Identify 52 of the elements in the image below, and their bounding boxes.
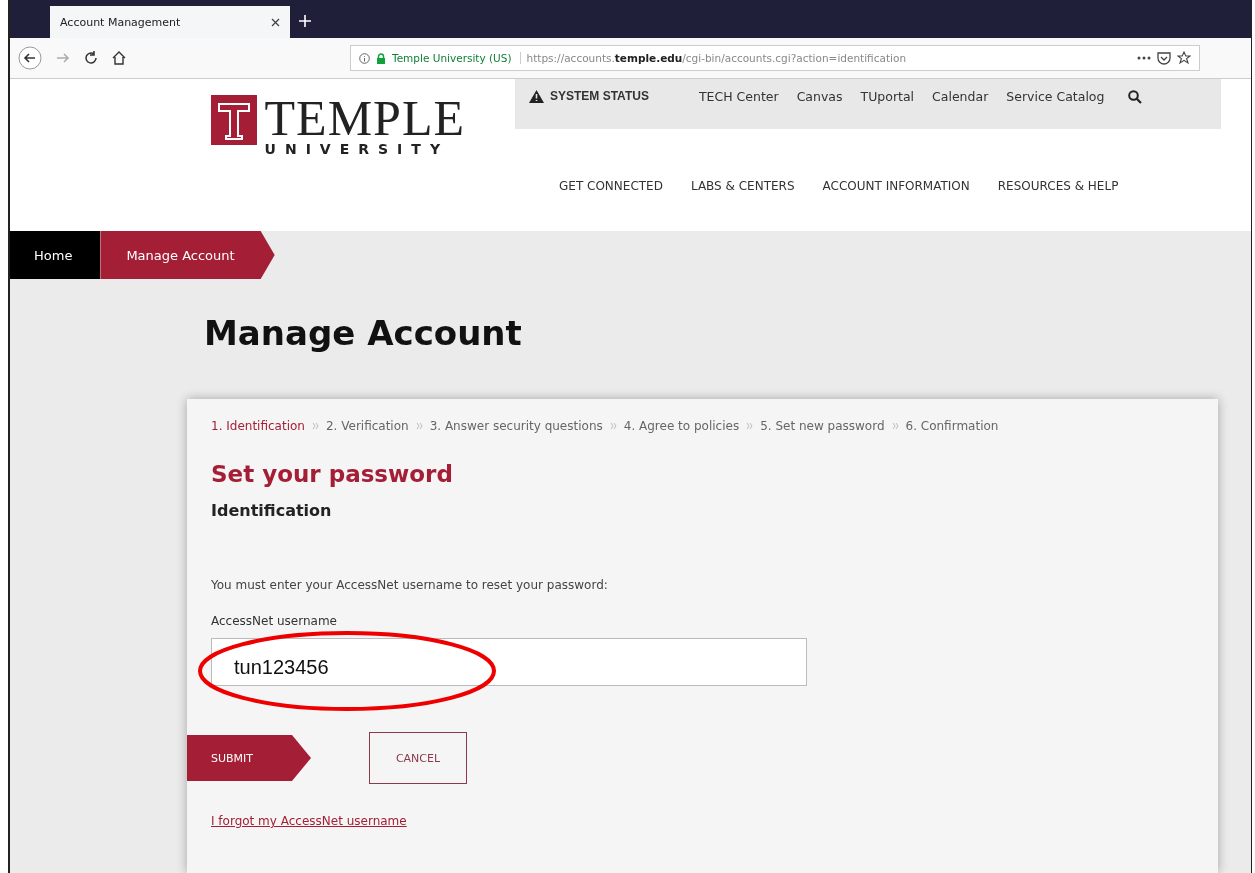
instruction-text: You must enter your AccessNet username to reset your password:: [211, 578, 609, 592]
step-separator-icon: [609, 422, 617, 430]
info-icon[interactable]: [359, 52, 370, 64]
step-separator-icon: [746, 422, 754, 430]
username-field[interactable]: tun123456: [211, 638, 807, 686]
address-bar[interactable]: Temple University (US) https://accounts.temple.edu/cgi-bin/accounts.cgi?action=identification: [350, 45, 1200, 71]
lock-icon: [376, 52, 386, 64]
step-link[interactable]: 3. Answer security questions: [429, 419, 603, 433]
nav-link[interactable]: LABS & CENTERS: [690, 179, 795, 193]
submit-button[interactable]: SUBMIT: [187, 735, 311, 781]
step-link[interactable]: 6. Confirmation: [905, 419, 999, 433]
cancel-button[interactable]: CANCEL: [369, 732, 467, 784]
logo-icon: [210, 95, 257, 145]
logo-subtitle: UNIVERSITY: [264, 141, 450, 157]
step-link[interactable]: 4. Agree to policies: [623, 419, 740, 433]
close-icon[interactable]: [271, 17, 280, 27]
nav-link[interactable]: GET CONNECTED: [559, 179, 663, 193]
pocket-icon[interactable]: [1157, 51, 1171, 65]
utility-link[interactable]: Calendar: [924, 79, 997, 104]
step-separator-icon: [415, 422, 423, 430]
form-subtitle: Identification: [211, 501, 333, 520]
step-separator-icon: [891, 422, 899, 430]
form-title: Set your password: [211, 461, 454, 487]
search-icon[interactable]: [1128, 90, 1143, 104]
step-link[interactable]: 5. Set new password: [760, 419, 885, 433]
breadcrumb-item[interactable]: Home: [10, 231, 101, 279]
nav-link[interactable]: RESOURCES & HELP: [997, 179, 1119, 193]
step-link[interactable]: 2. Verification: [325, 419, 409, 433]
home-icon[interactable]: [112, 51, 126, 65]
page-title: Manage Account: [204, 313, 523, 353]
new-tab-icon[interactable]: [298, 14, 312, 28]
utility-link[interactable]: TECH Center: [690, 79, 787, 104]
utility-link[interactable]: Service Catalog: [998, 79, 1113, 104]
nav-link[interactable]: ACCOUNT INFORMATION: [822, 179, 970, 193]
back-icon[interactable]: [18, 46, 42, 70]
site-identity: Temple University (US): [392, 52, 521, 64]
warning-icon: [529, 89, 544, 103]
utility-link[interactable]: TUportal: [852, 79, 923, 104]
field-label: AccessNet username: [211, 614, 337, 628]
utility-link[interactable]: Canvas: [788, 79, 851, 104]
browser-tab[interactable]: Account Management: [50, 6, 290, 38]
system-status-link[interactable]: SYSTEM STATUS: [515, 79, 689, 103]
forgot-username-link[interactable]: I forgot my AccessNet username: [211, 814, 407, 828]
more-icon[interactable]: [1137, 56, 1151, 60]
logo-name: TEMPLE: [264, 95, 465, 141]
url-text: https://accounts.temple.edu/cgi-bin/accounts.cgi?action=identification: [526, 52, 908, 64]
reload-icon[interactable]: [84, 51, 98, 65]
step-link[interactable]: 1. Identification: [211, 419, 305, 433]
breadcrumb-item[interactable]: Manage Account: [100, 231, 275, 279]
step-separator-icon: [311, 422, 319, 430]
star-icon[interactable]: [1177, 51, 1191, 65]
tab-title: Account Management: [60, 15, 181, 29]
